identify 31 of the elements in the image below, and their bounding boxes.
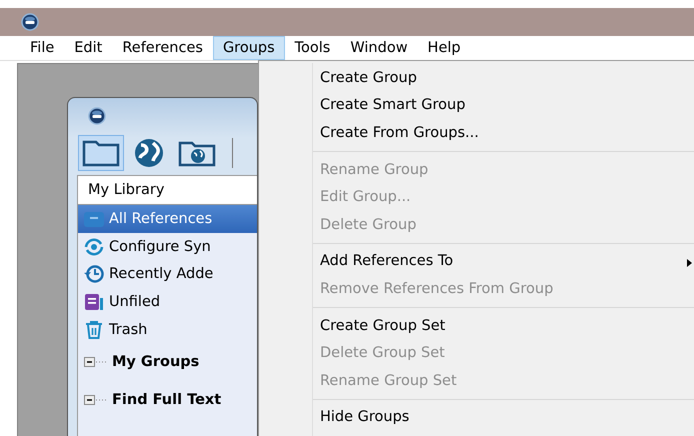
menu-item[interactable]: Hide Groups <box>259 404 694 432</box>
menu-item[interactable]: Window <box>340 36 418 60</box>
menu-item[interactable]: Edit <box>64 36 112 60</box>
menu-item[interactable]: Groups <box>212 36 285 60</box>
document-icon <box>83 292 105 312</box>
sidebar-item[interactable]: Trash <box>78 316 257 344</box>
library-dropdown[interactable]: My Library <box>78 176 257 205</box>
menu-item[interactable]: Create From Groups... <box>259 119 694 147</box>
menu-item[interactable]: Create Smart Group <box>259 92 694 120</box>
menu-item[interactable]: Help <box>418 36 471 60</box>
toolbar-button[interactable] <box>78 135 124 171</box>
folder-icon <box>81 138 121 168</box>
menu-item[interactable]: File <box>20 36 64 60</box>
sidebar-item[interactable]: Configure Syn <box>78 232 257 260</box>
group-header: My Groups <box>112 354 200 370</box>
sync-icon <box>83 236 105 257</box>
menu-item[interactable]: Add References To <box>259 248 694 276</box>
sidebar-item[interactable]: Recently Adde <box>78 260 257 288</box>
collapse-icon[interactable] <box>84 394 108 406</box>
clock-icon <box>83 264 105 284</box>
menu-item[interactable]: References <box>112 36 213 60</box>
menu-item[interactable]: Create Group <box>259 64 694 92</box>
app-logo-icon <box>88 107 106 125</box>
sidebar-item[interactable]: All References <box>78 205 257 233</box>
group-header: Find Full Text <box>112 392 222 408</box>
trash-icon <box>83 320 105 340</box>
collapse-icon[interactable] <box>84 356 108 368</box>
sidebar-item[interactable]: Unfiled <box>78 288 257 316</box>
app-logo-icon <box>21 13 39 31</box>
menu-item[interactable]: Tools <box>284 36 340 60</box>
menu-item[interactable]: Create Group Set <box>259 312 694 340</box>
